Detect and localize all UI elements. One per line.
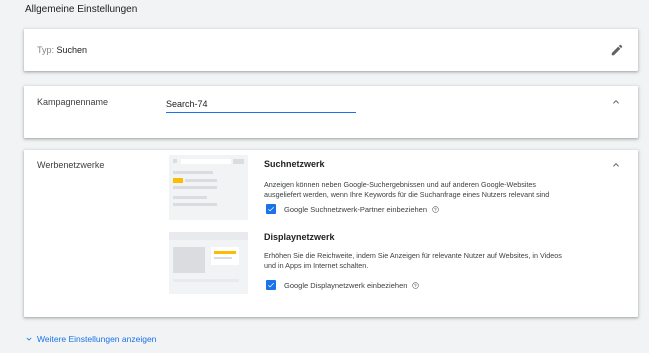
search-partners-option[interactable]: Google Suchnetzwerk-Partner einbeziehen	[266, 204, 439, 214]
display-network-label: Google Displaynetzwerk einbeziehen	[284, 280, 408, 290]
ad-networks-card: Werbenetzwerke Suchnetzwerk Anzeigen kön…	[24, 150, 638, 317]
pencil-icon[interactable]	[610, 43, 624, 57]
campaign-name-input[interactable]	[166, 96, 356, 113]
chevron-up-icon[interactable]	[610, 159, 622, 171]
section-title: Allgemeine Einstellungen	[25, 4, 138, 15]
campaign-name-label: Kampagnenname	[37, 97, 109, 107]
check-icon	[268, 206, 274, 212]
search-network-illustration	[169, 155, 248, 220]
search-partners-checkbox[interactable]	[266, 204, 276, 214]
display-network-description: Erhöhen Sie die Reichweite, indem Sie An…	[264, 251, 562, 270]
type-label: Typ:	[37, 45, 55, 55]
check-icon	[268, 282, 274, 288]
more-settings-label: Weitere Einstellungen anzeigen	[37, 334, 157, 344]
help-icon[interactable]	[432, 205, 439, 213]
chevron-up-icon[interactable]	[610, 96, 622, 108]
campaign-name-card: Kampagnenname	[24, 86, 638, 138]
display-network-checkbox[interactable]	[266, 280, 276, 290]
search-network-description: Anzeigen können neben Google-Suchergebni…	[264, 180, 550, 199]
more-settings-link[interactable]: Weitere Einstellungen anzeigen	[24, 334, 156, 344]
search-network-title: Suchnetzwerk	[264, 159, 325, 169]
ad-networks-label: Werbenetzwerke	[37, 160, 105, 170]
campaign-type-card[interactable]: Typ: Suchen	[24, 29, 638, 71]
help-icon[interactable]	[412, 281, 420, 289]
chevron-down-icon	[26, 337, 32, 341]
type-value: Suchen	[56, 45, 88, 55]
display-network-illustration	[169, 232, 248, 294]
search-partners-label: Google Suchnetzwerk-Partner einbeziehen	[284, 204, 428, 214]
display-network-option[interactable]: Google Displaynetzwerk einbeziehen	[266, 280, 420, 290]
display-network-title: Displaynetzwerk	[264, 232, 335, 242]
